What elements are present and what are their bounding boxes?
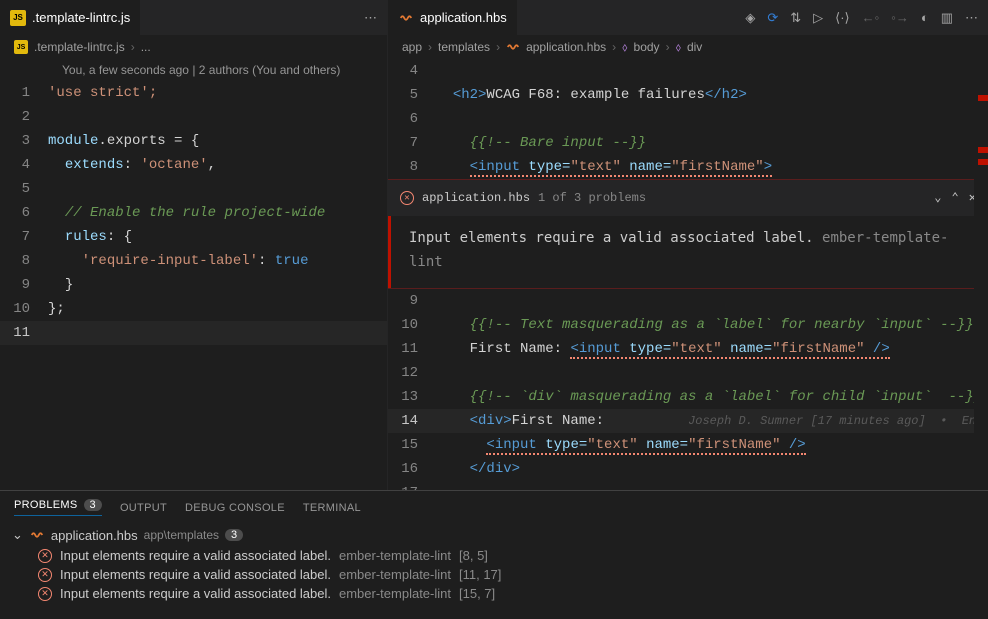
file-problem-count: 3: [225, 529, 243, 541]
chevron-up-icon[interactable]: ⌃: [952, 186, 959, 210]
problems-count-badge: 3: [84, 499, 102, 511]
peek-count: 1 of 3 problems: [538, 186, 646, 210]
peek-message: Input elements require a valid associate…: [409, 230, 822, 246]
breadcrumb-more: ...: [141, 40, 151, 54]
problems-peek: ✕ application.hbs 1 of 3 problems ⌄ ⌃ ✕ …: [388, 179, 988, 289]
bc-body: body: [634, 40, 660, 54]
breadcrumb-left[interactable]: JS .template-lintrc.js › ...: [0, 35, 387, 59]
problems-file-name: application.hbs: [51, 528, 138, 543]
problem-message: Input elements require a valid associate…: [60, 548, 331, 563]
handlebars-file-icon: [506, 40, 520, 54]
error-icon: ✕: [38, 568, 52, 582]
editor-left[interactable]: 1'use strict'; 2 3module.exports = { 4 e…: [0, 81, 387, 490]
problems-file-row[interactable]: ⌄ application.hbs app\templates 3: [10, 524, 978, 546]
problem-message: Input elements require a valid associate…: [60, 567, 331, 582]
editor-pane-left: JS .template-lintrc.js ⋯ JS .template-li…: [0, 0, 388, 490]
chevron-down-icon[interactable]: ⌄: [934, 186, 941, 210]
split-icon[interactable]: ⟨·⟩: [835, 10, 849, 26]
problem-item[interactable]: ✕ Input elements require a valid associa…: [10, 565, 978, 584]
chevron-right-icon: ›: [428, 40, 432, 54]
tab-application-hbs[interactable]: application.hbs: [388, 0, 518, 35]
chevron-right-icon: ›: [612, 40, 616, 54]
tab-bar-left: JS .template-lintrc.js ⋯: [0, 0, 387, 35]
error-icon: ✕: [38, 549, 52, 563]
peek-filename: application.hbs: [422, 186, 530, 210]
minimap-error-marker: [978, 147, 988, 153]
chevron-down-icon: ⌄: [12, 527, 23, 543]
chevron-right-icon: ›: [666, 40, 670, 54]
bc-div: div: [687, 40, 702, 54]
timeline-icon[interactable]: ◐: [921, 10, 929, 26]
tab-problems[interactable]: PROBLEMS 3: [14, 499, 102, 516]
handlebars-file-icon: [398, 10, 414, 26]
kite-icon[interactable]: ⟳: [767, 10, 778, 26]
breadcrumb-right[interactable]: app › templates › application.hbs › ⬨ bo…: [388, 35, 988, 59]
editor-pane-right: application.hbs ◈ ⟳ ⇅ ▷ ⟨·⟩ ←◦ ◦→ ◐ ▥ ⋯ …: [388, 0, 988, 490]
problem-location: [8, 5]: [459, 548, 488, 563]
minimap[interactable]: [974, 59, 988, 490]
nav-fwd-icon[interactable]: ◦→: [891, 10, 909, 26]
symbol-body-icon: ⬨: [622, 40, 627, 55]
problem-location: [15, 7]: [459, 586, 495, 601]
split-editor-icon[interactable]: ▥: [941, 10, 953, 26]
git-blame-codelens[interactable]: You, a few seconds ago | 2 authors (You …: [0, 59, 387, 81]
tab-title: .template-lintrc.js: [32, 10, 130, 25]
chevron-right-icon: ›: [496, 40, 500, 54]
bc-file: application.hbs: [526, 40, 606, 54]
problem-item[interactable]: ✕ Input elements require a valid associa…: [10, 546, 978, 565]
run-icon[interactable]: ▷: [813, 10, 823, 26]
nav-back-icon[interactable]: ←◦: [862, 10, 880, 26]
tab-debug-console[interactable]: DEBUG CONSOLE: [185, 499, 285, 516]
error-icon: ✕: [38, 587, 52, 601]
tab-output[interactable]: OUTPUT: [120, 499, 167, 516]
tab-bar-right: application.hbs ◈ ⟳ ⇅ ▷ ⟨·⟩ ←◦ ◦→ ◐ ▥ ⋯: [388, 0, 988, 35]
git-blame-inline: Joseph D. Sumner [17 minutes ago] • Enab…: [688, 414, 988, 428]
tab-template-lintrc[interactable]: JS .template-lintrc.js: [0, 0, 141, 35]
chevron-right-icon: ›: [131, 40, 135, 54]
tab-terminal[interactable]: TERMINAL: [303, 499, 361, 516]
minimap-error-marker: [978, 159, 988, 165]
problems-file-path: app\templates: [144, 528, 219, 542]
problem-message: Input elements require a valid associate…: [60, 586, 331, 601]
js-file-icon: JS: [10, 10, 26, 26]
breadcrumb-file: .template-lintrc.js: [34, 40, 125, 54]
problem-source: ember-template-lint: [339, 586, 451, 601]
tab-actions-left: ⋯: [364, 10, 387, 26]
git-compare-icon[interactable]: ⇅: [790, 10, 801, 26]
problem-location: [11, 17]: [459, 567, 501, 582]
problem-source: ember-template-lint: [339, 548, 451, 563]
problem-item[interactable]: ✕ Input elements require a valid associa…: [10, 584, 978, 603]
panel-tabs: PROBLEMS 3 OUTPUT DEBUG CONSOLE TERMINAL: [0, 491, 988, 520]
symbol-div-icon: ⬨: [676, 40, 681, 55]
minimap-error-marker: [978, 95, 988, 101]
tab-actions-right: ◈ ⟳ ⇅ ▷ ⟨·⟩ ←◦ ◦→ ◐ ▥ ⋯: [745, 10, 988, 26]
editor-right[interactable]: 4 5 <h2>WCAG F68: example failures</h2> …: [388, 59, 988, 490]
problems-list: ⌄ application.hbs app\templates 3 ✕ Inpu…: [0, 520, 988, 607]
js-file-icon: JS: [14, 40, 28, 54]
tab-title: application.hbs: [420, 10, 507, 25]
bc-app: app: [402, 40, 422, 54]
more-icon[interactable]: ⋯: [364, 10, 377, 26]
bc-templates: templates: [438, 40, 490, 54]
more-icon[interactable]: ⋯: [965, 10, 978, 26]
error-icon: ✕: [400, 191, 414, 205]
copilot-icon[interactable]: ◈: [745, 10, 755, 26]
handlebars-file-icon: [29, 527, 45, 543]
problem-source: ember-template-lint: [339, 567, 451, 582]
bottom-panel: PROBLEMS 3 OUTPUT DEBUG CONSOLE TERMINAL…: [0, 490, 988, 619]
